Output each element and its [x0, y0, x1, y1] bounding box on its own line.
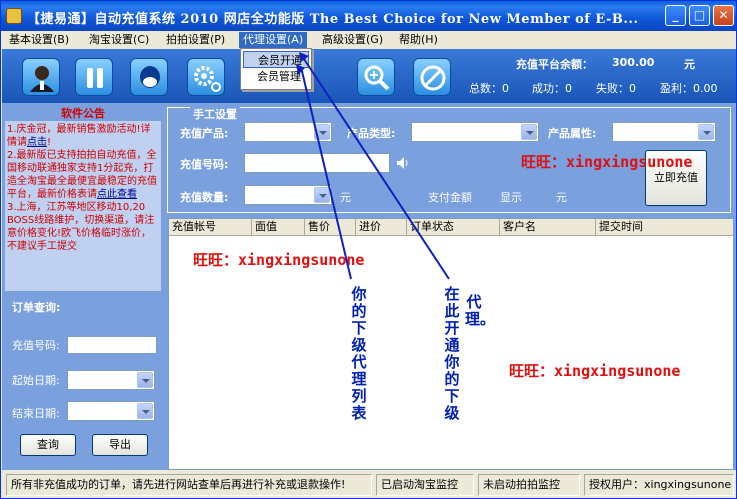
column-header-account[interactable]: 充值帐号 — [169, 219, 252, 236]
title-bar: 【捷易通】自动充值系统 2010 网店全功能版 The Best Choice … — [1, 1, 736, 31]
success-count: 成功：0 — [532, 82, 572, 95]
zoom-icon[interactable] — [357, 58, 395, 96]
menu-paipai-settings[interactable]: 拍拍设置(P) — [162, 32, 229, 48]
balance-value: 300.00 — [612, 56, 655, 69]
chevron-down-icon[interactable] — [137, 372, 153, 388]
quantity-unit: 元 — [340, 191, 351, 204]
chevron-down-icon[interactable] — [698, 124, 714, 140]
export-button[interactable]: 导出 — [92, 434, 148, 456]
quantity-select[interactable] — [244, 185, 332, 205]
chevron-down-icon[interactable] — [137, 403, 153, 419]
agent-dropdown-menu: 会员开通 会员管理 — [240, 48, 312, 90]
query-title: 订单查询: — [12, 301, 61, 314]
pay-amount-value: 显示 — [500, 191, 522, 204]
product-attr-select[interactable] — [612, 122, 716, 142]
manual-settings-title: 手工设置 — [190, 106, 240, 122]
notice-link-pricelist[interactable]: 点此查看 — [97, 189, 137, 200]
profit-value: 盈利：0.00 — [660, 82, 718, 95]
column-header-cost[interactable]: 进价 — [356, 219, 407, 236]
chat-icon[interactable] — [130, 58, 168, 96]
end-date-picker[interactable] — [67, 401, 155, 421]
balance-unit: 元 — [684, 58, 695, 71]
menu-item-open-member[interactable]: 会员开通 — [243, 51, 309, 68]
number-label: 充值号码: — [180, 158, 229, 171]
notice-line-3: 3.上海，江苏等地区移动10,20 BOSS线路维护，切换渠道，请注意价格变化!… — [7, 202, 155, 252]
order-number-label: 充值号码: — [12, 339, 60, 352]
notice-title: 软件公告 — [61, 107, 105, 120]
notice-line-1-end: ! — [47, 137, 52, 148]
left-panel: 软件公告 1.庆金冠，最新销售激励活动!详情请点击! 2.最新版已支持拍拍自动充… — [2, 103, 164, 470]
fail-count: 失败：0 — [596, 82, 636, 95]
table-header: 充值帐号 面值 售价 进价 订单状态 客户名 提交时间 — [169, 219, 733, 236]
product-label: 充值产品: — [180, 127, 229, 140]
watermark-wangwang-3: 旺旺：xingxingsunone — [509, 362, 681, 380]
menu-item-manage-member[interactable]: 会员管理 — [241, 68, 311, 85]
ban-icon[interactable] — [413, 58, 451, 96]
start-date-label: 起始日期: — [12, 374, 60, 387]
close-button[interactable]: ✕ — [713, 5, 734, 26]
taobao-monitor-status: 已启动淘宝监控 — [376, 474, 474, 496]
app-window: 【捷易通】自动充值系统 2010 网店全功能版 The Best Choice … — [0, 0, 737, 499]
column-header-customer[interactable]: 客户名 — [500, 219, 596, 236]
toolbar: 充值平台余额： 300.00 元 总数：0 成功：0 失败：0 盈利：0.00 — [2, 49, 736, 103]
chevron-down-icon[interactable] — [314, 187, 330, 203]
order-number-input[interactable] — [67, 336, 157, 354]
product-select[interactable] — [244, 122, 332, 142]
column-header-face-value[interactable]: 面值 — [252, 219, 305, 236]
product-type-select[interactable] — [411, 122, 539, 142]
product-type-label: 产品类型: — [347, 127, 396, 140]
notice-link-click[interactable]: 点击 — [27, 137, 47, 148]
annotation-open-agent: 在此开通你的下级 — [444, 285, 460, 422]
quantity-label: 充值数量: — [180, 191, 229, 204]
recharge-number-input[interactable] — [244, 153, 390, 173]
gear-icon[interactable] — [187, 58, 225, 96]
menu-advanced-settings[interactable]: 高级设置(G) — [318, 32, 387, 48]
pause-icon[interactable] — [75, 58, 113, 96]
end-date-label: 结束日期: — [12, 407, 60, 420]
search-button[interactable]: 查询 — [20, 434, 76, 456]
chevron-down-icon[interactable] — [314, 124, 330, 140]
menu-agent-settings[interactable]: 代理设置(A) — [239, 32, 308, 48]
user-icon[interactable] — [22, 58, 60, 96]
maximize-button[interactable]: □ — [689, 5, 710, 26]
status-bar: 所有非充值成功的订单，请先进行网站查单后再进行补充或退款操作! 已启动淘宝监控 … — [2, 470, 736, 498]
watermark-wangwang-2: 旺旺：xingxingsunone — [193, 251, 365, 269]
start-date-picker[interactable] — [67, 370, 155, 390]
column-header-submit-time[interactable]: 提交时间 — [596, 219, 733, 236]
pay-amount-unit: 元 — [556, 191, 567, 204]
menu-help[interactable]: 帮助(H) — [395, 32, 442, 48]
minimize-button[interactable]: _ — [665, 5, 686, 26]
status-message: 所有非充值成功的订单，请先进行网站查单后再进行补充或退款操作! — [6, 474, 372, 496]
balance-label: 充值平台余额： — [516, 58, 593, 71]
app-icon — [6, 8, 22, 24]
product-attr-label: 产品属性: — [548, 127, 597, 140]
menu-basic-settings[interactable]: 基本设置(B) — [5, 32, 73, 48]
column-header-status[interactable]: 订单状态 — [407, 219, 500, 236]
column-header-price[interactable]: 售价 — [305, 219, 356, 236]
chevron-down-icon[interactable] — [521, 124, 537, 140]
watermark-wangwang-1: 旺旺：xingxingsunone — [521, 153, 693, 171]
notice-content: 1.庆金冠，最新销售激励活动!详情请点击! 2.最新版已支持拍拍自动充值，全国移… — [5, 121, 161, 291]
annotation-agent-suffix: 代理。 — [465, 293, 496, 328]
paipai-monitor-status: 未启动拍拍监控 — [478, 474, 580, 496]
authorized-user: 授权用户：xingxingsunone — [584, 474, 734, 496]
total-count: 总数：0 — [469, 82, 509, 95]
pay-amount-label: 支付金额 — [428, 191, 472, 204]
annotation-agent-list: 你的下级代理列表 — [351, 285, 367, 422]
speaker-icon[interactable] — [395, 155, 411, 171]
menu-bar: 基本设置(B) 淘宝设置(C) 拍拍设置(P) 代理设置(A) 高级设置(G) … — [1, 31, 736, 49]
window-title: 【捷易通】自动充值系统 2010 网店全功能版 The Best Choice … — [27, 12, 639, 27]
menu-taobao-settings[interactable]: 淘宝设置(C) — [85, 32, 153, 48]
